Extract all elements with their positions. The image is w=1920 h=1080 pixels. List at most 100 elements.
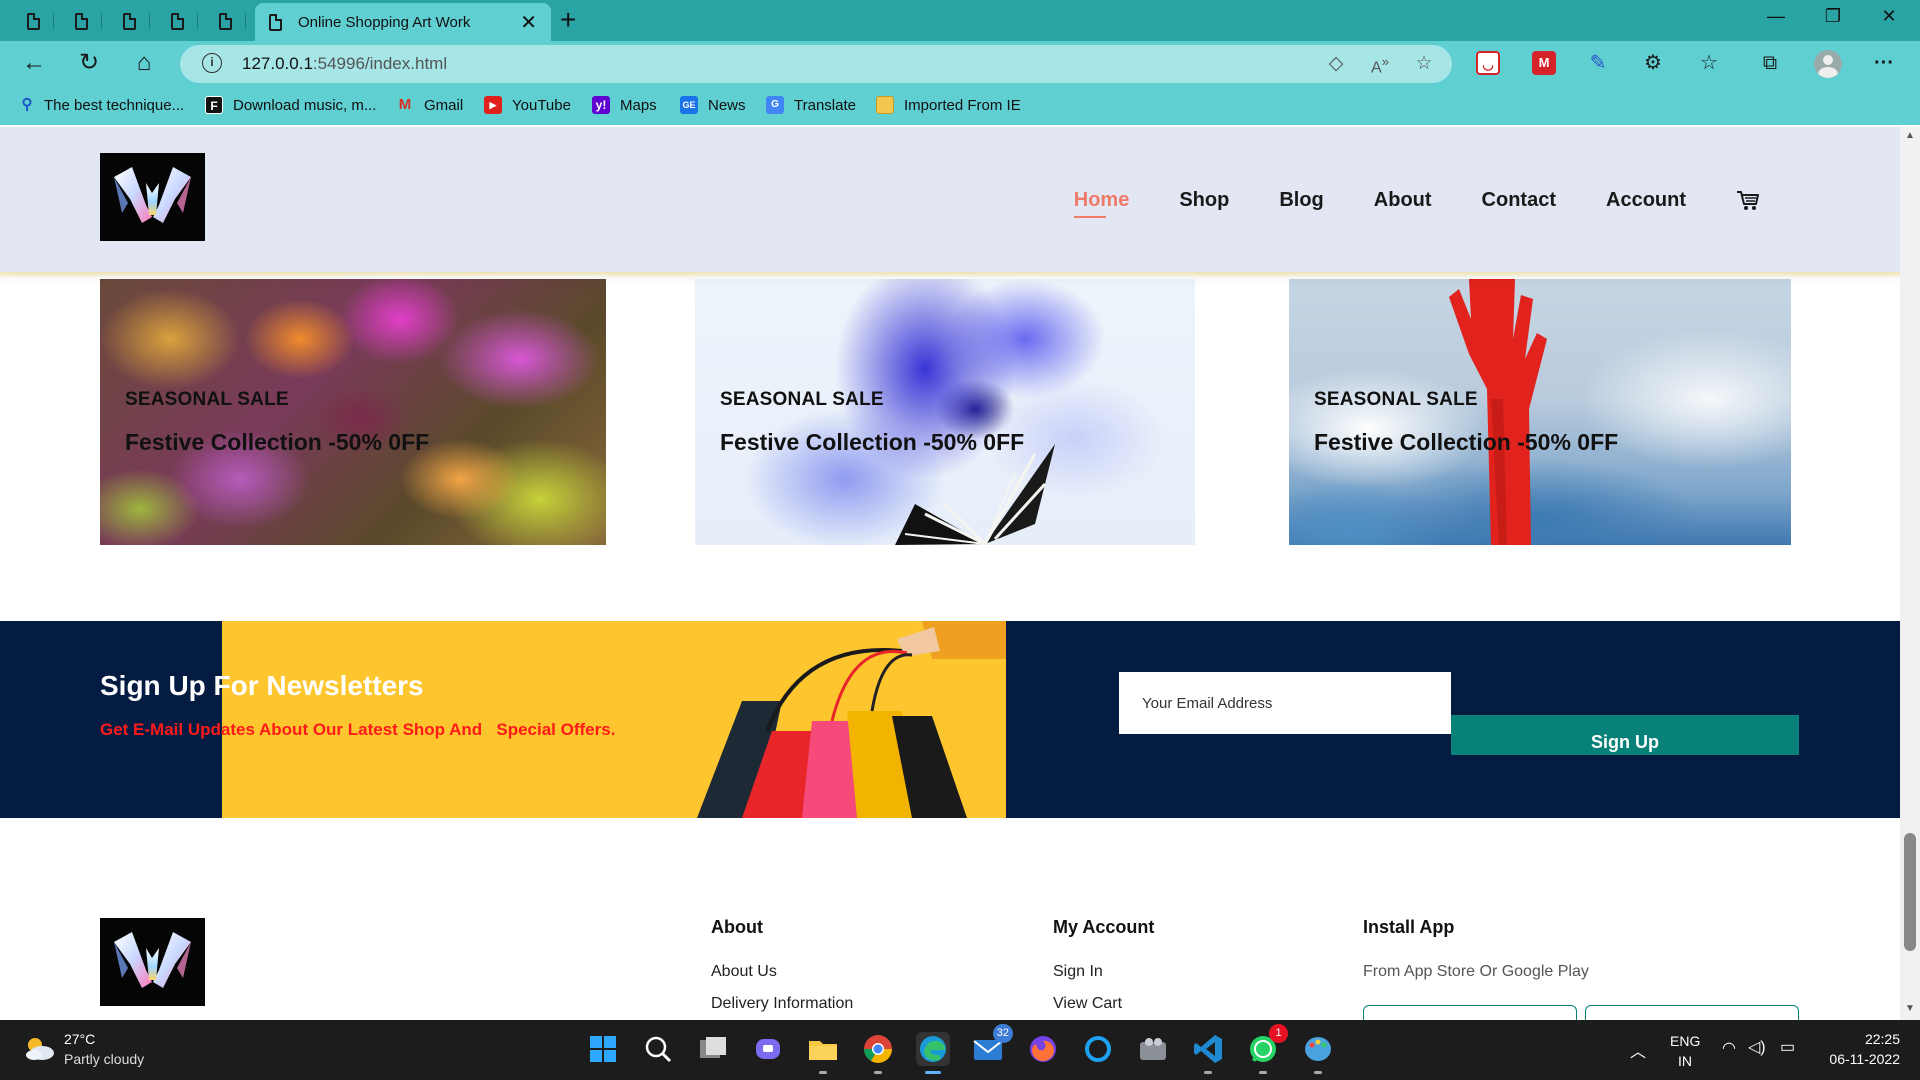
search-icon[interactable] xyxy=(641,1032,675,1066)
bookmark-item[interactable]: M Gmail xyxy=(396,96,463,114)
pinned-tab-1[interactable] xyxy=(12,7,54,35)
sign-up-button[interactable]: Sign Up xyxy=(1451,715,1799,755)
whatsapp-icon[interactable]: 1 xyxy=(1246,1024,1288,1074)
firefox-icon[interactable] xyxy=(1026,1032,1060,1066)
add-favorite-icon[interactable]: ☆ xyxy=(1410,52,1438,75)
banner-card[interactable]: SEASONAL SALE Festive Collection -50% 0F… xyxy=(695,279,1195,545)
nav-account[interactable]: Account xyxy=(1606,189,1686,212)
footer-about-title: About xyxy=(711,917,763,937)
read-aloud-icon[interactable]: A» xyxy=(1366,54,1394,77)
nav-about[interactable]: About xyxy=(1374,189,1432,212)
bookmark-item[interactable]: G Translate xyxy=(766,96,856,114)
video-editor-icon[interactable] xyxy=(1136,1032,1170,1066)
minimize-button[interactable]: — xyxy=(1753,6,1799,27)
browser-toolbar: ← ↻ ⌂ i 127.0.0.1:54996/index.html ◇ A» … xyxy=(0,41,1920,87)
home-icon[interactable]: ⌂ xyxy=(128,49,160,77)
language-top[interactable]: ENG xyxy=(1670,1033,1700,1049)
nav-home[interactable]: Home xyxy=(1073,189,1129,218)
windows-taskbar: 27°C Partly cloudy 32 1 ︿ ENG IN ◠ ◁) ▭ … xyxy=(0,1020,1920,1080)
scroll-down-arrow-icon[interactable]: ▼ xyxy=(1900,1003,1920,1014)
mail-icon[interactable]: 32 xyxy=(971,1024,1013,1066)
task-view-icon[interactable] xyxy=(696,1032,730,1066)
cart-icon[interactable] xyxy=(1736,190,1760,212)
google-play-button[interactable] xyxy=(1585,1005,1799,1020)
pinned-tab-5[interactable] xyxy=(204,7,246,35)
banner-title: Festive Collection -50% 0FF xyxy=(1314,429,1619,455)
refresh-icon[interactable]: ↻ xyxy=(73,49,105,77)
pinned-tab-4[interactable] xyxy=(156,7,198,35)
running-indicator xyxy=(819,1071,827,1074)
vscode-icon[interactable] xyxy=(1191,1032,1225,1074)
bookmark-item[interactable]: Imported From IE xyxy=(876,96,1021,114)
bookmark-item[interactable]: ▶ YouTube xyxy=(484,96,571,114)
show-hidden-icons-chevron-icon[interactable]: ︿ xyxy=(1630,1038,1646,1062)
extensions-icon[interactable]: ⚙ xyxy=(1641,51,1665,75)
site-logo[interactable] xyxy=(100,153,205,241)
bookmark-item[interactable]: ⚲ The best technique... xyxy=(20,96,185,114)
back-icon[interactable]: ← xyxy=(18,49,50,77)
newsletter-section: Sign Up For Newsletters Get E-Mail Updat… xyxy=(0,621,1900,818)
close-window-button[interactable]: ✕ xyxy=(1866,6,1912,27)
footer-link-about-us[interactable]: About Us xyxy=(711,963,777,981)
running-indicator xyxy=(1314,1071,1322,1074)
scroll-thumb[interactable] xyxy=(1904,833,1916,951)
clock-time[interactable]: 22:25 xyxy=(1820,1031,1900,1047)
collections-icon[interactable]: ⧉ xyxy=(1758,51,1782,75)
tag-icon[interactable]: ◇ xyxy=(1322,52,1350,75)
nav-shop[interactable]: Shop xyxy=(1179,189,1229,212)
clock-date[interactable]: 06-11-2022 xyxy=(1810,1051,1900,1067)
wifi-icon[interactable]: ◠ xyxy=(1722,1038,1736,1058)
bookmark-item[interactable]: F Download music, m... xyxy=(205,96,376,114)
news-icon: GE xyxy=(680,96,698,114)
site-info-icon[interactable]: i xyxy=(202,53,222,73)
language-bottom[interactable]: IN xyxy=(1670,1053,1700,1069)
running-indicator xyxy=(1259,1071,1267,1074)
footer-link-view-cart[interactable]: View Cart xyxy=(1053,995,1122,1013)
weather-desc: Partly cloudy xyxy=(64,1051,145,1067)
bookmark-item[interactable]: y! Maps xyxy=(592,96,657,114)
banner-card[interactable]: SEASONAL SALE Festive Collection -50% 0F… xyxy=(100,279,606,545)
active-indicator xyxy=(925,1071,941,1074)
banner-card[interactable]: SEASONAL SALE Festive Collection -50% 0F… xyxy=(1289,279,1791,545)
email-input[interactable] xyxy=(1119,672,1451,734)
footer-logo[interactable] xyxy=(100,918,205,1006)
pen-extension-icon[interactable]: ✎ xyxy=(1586,51,1610,75)
profile-avatar[interactable] xyxy=(1814,50,1842,78)
pinned-tab-2[interactable] xyxy=(60,7,102,35)
nav-contact[interactable]: Contact xyxy=(1482,189,1556,212)
chrome-icon[interactable] xyxy=(861,1032,895,1074)
restore-button[interactable]: ❐ xyxy=(1810,6,1856,27)
favorites-icon[interactable]: ☆ xyxy=(1697,51,1721,75)
pinned-tab-3[interactable] xyxy=(108,7,150,35)
red-hand-graphic xyxy=(1449,279,1547,545)
start-icon[interactable] xyxy=(586,1032,620,1066)
url-text[interactable]: 127.0.0.1:54996/index.html xyxy=(242,54,447,74)
more-menu-icon[interactable]: ··· xyxy=(1872,51,1896,75)
mcafee-extension-icon[interactable]: M xyxy=(1532,51,1556,75)
page-scrollbar[interactable]: ▲ ▼ xyxy=(1900,127,1920,1020)
file-explorer-icon[interactable] xyxy=(806,1032,840,1074)
paint-icon[interactable] xyxy=(1301,1032,1335,1074)
edge-icon[interactable] xyxy=(916,1032,950,1074)
cortana-icon[interactable] xyxy=(1081,1032,1115,1066)
bookmark-label: The best technique... xyxy=(44,96,185,114)
bookmark-item[interactable]: GE News xyxy=(680,96,746,114)
new-tab-button[interactable]: + xyxy=(560,4,576,36)
address-bar[interactable]: i 127.0.0.1:54996/index.html ◇ A» ☆ xyxy=(180,45,1452,83)
bookmarks-bar: ⚲ The best technique... F Download music… xyxy=(0,87,1920,125)
battery-icon[interactable]: ▭ xyxy=(1780,1037,1795,1057)
active-tab[interactable]: Online Shopping Art Work ✕ xyxy=(255,3,551,41)
bookmark-label: Download music, m... xyxy=(233,96,377,114)
search-icon: ⚲ xyxy=(21,96,33,113)
close-tab-icon[interactable]: ✕ xyxy=(520,10,537,35)
banner-row: SEASONAL SALE Festive Collection -50% 0F… xyxy=(100,279,1794,545)
scroll-up-arrow-icon[interactable]: ▲ xyxy=(1900,130,1920,141)
pocket-extension-icon[interactable]: ◡ xyxy=(1476,51,1500,75)
app-store-button[interactable] xyxy=(1363,1005,1577,1020)
nav-blog[interactable]: Blog xyxy=(1279,189,1323,212)
volume-icon[interactable]: ◁) xyxy=(1748,1037,1766,1057)
footer-link-delivery[interactable]: Delivery Information xyxy=(711,995,853,1013)
partly-cloudy-icon[interactable] xyxy=(22,1034,56,1062)
teams-chat-icon[interactable] xyxy=(751,1032,785,1066)
footer-link-sign-in[interactable]: Sign In xyxy=(1053,963,1103,981)
